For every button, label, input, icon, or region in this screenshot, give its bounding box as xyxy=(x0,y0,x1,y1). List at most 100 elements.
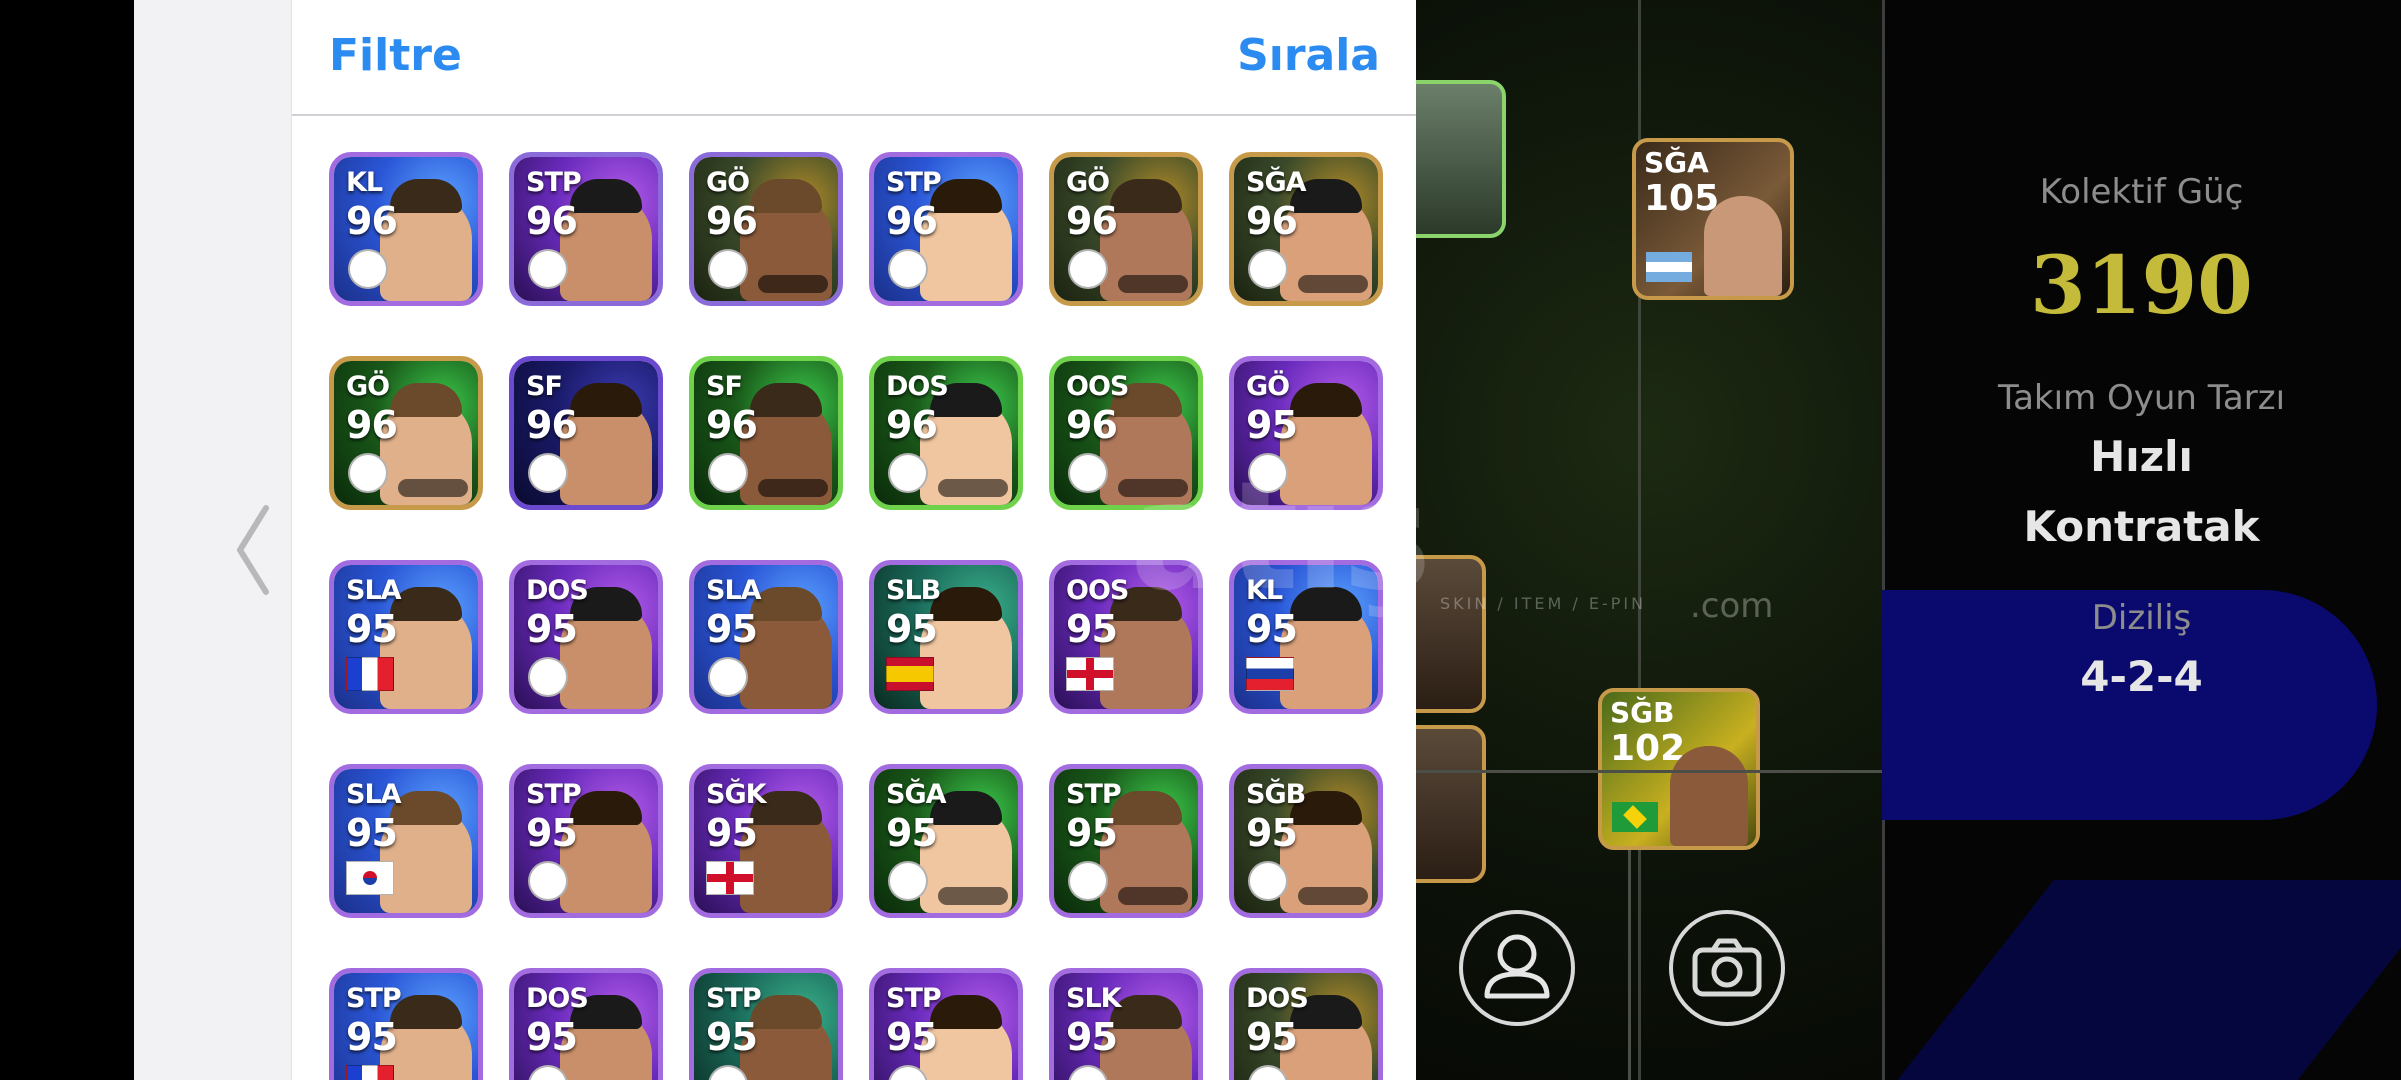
pitch-line xyxy=(1416,770,1882,773)
player-position: STP xyxy=(346,983,402,1014)
player-position: KL xyxy=(346,167,383,198)
player-position: SLA xyxy=(706,575,762,606)
player-rating: 96 xyxy=(706,199,758,243)
club-badge-icon xyxy=(528,249,568,289)
kr-flag-icon xyxy=(346,861,394,895)
player-card[interactable]: STP 96 xyxy=(509,152,663,306)
player-card[interactable]: GÖ 96 xyxy=(1049,152,1203,306)
player-rating: 95 xyxy=(1066,1015,1118,1059)
player-hair xyxy=(390,383,462,417)
skill-indicator-icon xyxy=(1298,275,1368,293)
player-card[interactable]: GÖ 96 xyxy=(689,152,843,306)
player-rating: 96 xyxy=(526,403,578,447)
player-rating: 95 xyxy=(886,811,938,855)
fr-flag-icon xyxy=(346,1065,394,1080)
player-position: SĞA xyxy=(1246,167,1307,198)
player-rating: 102 xyxy=(1610,728,1686,769)
skill-indicator-icon xyxy=(758,275,828,293)
player-position: GÖ xyxy=(1066,167,1110,198)
en-flag-icon xyxy=(706,861,754,895)
player-card[interactable]: SLA 95 xyxy=(329,560,483,714)
si-flag-icon xyxy=(1246,657,1294,691)
player-rating: 95 xyxy=(1066,811,1118,855)
player-profile-button[interactable] xyxy=(1459,910,1575,1026)
club-badge-icon xyxy=(1068,861,1108,901)
watermark-subtitle: SKIN / ITEM / E-PIN xyxy=(1440,594,1647,613)
player-card[interactable]: DOS 96 xyxy=(869,356,1023,510)
player-card[interactable]: SLB 95 xyxy=(869,560,1023,714)
player-rating: 95 xyxy=(706,1015,758,1059)
es-flag-icon xyxy=(886,657,934,691)
player-rating: 95 xyxy=(526,1015,578,1059)
en-flag-icon xyxy=(1066,657,1114,691)
player-position: SĞK xyxy=(706,779,767,810)
player-card[interactable]: DOS 95 xyxy=(509,560,663,714)
club-badge-icon xyxy=(708,249,748,289)
player-position: OOS xyxy=(1066,575,1129,606)
player-position: SLB xyxy=(886,575,941,606)
chevron-left-icon[interactable] xyxy=(232,500,272,600)
player-card[interactable]: SĞA 95 xyxy=(869,764,1023,918)
player-card[interactable]: SF 96 xyxy=(509,356,663,510)
pitch-player-card[interactable] xyxy=(1416,80,1506,238)
skill-indicator-icon xyxy=(938,887,1008,905)
player-card[interactable]: STP 95 xyxy=(1049,764,1203,918)
player-hair xyxy=(1110,179,1182,213)
player-card[interactable]: SĞB 95 xyxy=(1229,764,1383,918)
pitch-player-card[interactable]: SĞB 102 xyxy=(1598,688,1760,850)
player-rating: 105 xyxy=(1644,178,1720,219)
player-rating: 96 xyxy=(706,403,758,447)
watermark-domain: .com xyxy=(1690,586,1774,626)
player-card[interactable]: SLK 95 xyxy=(1049,968,1203,1080)
player-position: STP xyxy=(526,779,582,810)
club-badge-icon xyxy=(528,657,568,697)
player-position: STP xyxy=(1066,779,1122,810)
club-badge-icon xyxy=(348,249,388,289)
player-card[interactable]: SĞA 96 xyxy=(1229,152,1383,306)
player-card[interactable]: STP 95 xyxy=(869,968,1023,1080)
watermark: atış xyxy=(1130,450,1432,624)
player-position: DOS xyxy=(886,371,949,402)
player-rating: 95 xyxy=(526,811,578,855)
player-position: DOS xyxy=(526,575,589,606)
player-card[interactable]: KL 96 xyxy=(329,152,483,306)
player-card[interactable]: STP 95 xyxy=(689,968,843,1080)
player-position: SLA xyxy=(346,575,402,606)
player-rating: 95 xyxy=(706,811,758,855)
person-icon xyxy=(1484,934,1550,999)
player-rating: 95 xyxy=(706,607,758,651)
player-rating: 95 xyxy=(1246,1015,1298,1059)
player-card[interactable]: SĞK 95 xyxy=(689,764,843,918)
club-badge-icon xyxy=(528,453,568,493)
sort-button[interactable]: Sırala xyxy=(1237,30,1380,81)
player-card[interactable]: SLA 95 xyxy=(329,764,483,918)
filter-button[interactable]: Filtre xyxy=(329,30,462,81)
player-card[interactable]: STP 96 xyxy=(869,152,1023,306)
pitch-player-card[interactable] xyxy=(1416,725,1486,883)
player-portrait xyxy=(1704,196,1782,296)
player-hair xyxy=(750,383,822,417)
player-card[interactable]: STP 95 xyxy=(329,968,483,1080)
camera-button[interactable] xyxy=(1669,910,1785,1026)
player-position: SLA xyxy=(346,779,402,810)
player-card[interactable]: DOS 95 xyxy=(509,968,663,1080)
player-card[interactable]: STP 95 xyxy=(509,764,663,918)
player-position: SĞA xyxy=(886,779,947,810)
skill-indicator-icon xyxy=(1118,887,1188,905)
brazil-flag-icon xyxy=(1612,802,1658,832)
club-badge-icon xyxy=(1248,249,1288,289)
player-hair xyxy=(750,179,822,213)
pitch-player-card[interactable]: SĞA 105 xyxy=(1632,138,1794,300)
club-badge-icon xyxy=(888,453,928,493)
player-position: SF xyxy=(526,371,563,402)
player-card[interactable]: DOS 95 xyxy=(1229,968,1383,1080)
skill-indicator-icon xyxy=(1118,275,1188,293)
player-rating: 95 xyxy=(346,1015,398,1059)
player-rating: 95 xyxy=(346,811,398,855)
club-badge-icon xyxy=(888,861,928,901)
player-card[interactable]: SF 96 xyxy=(689,356,843,510)
player-rating: 96 xyxy=(1066,199,1118,243)
player-card[interactable]: GÖ 96 xyxy=(329,356,483,510)
player-card[interactable]: SLA 95 xyxy=(689,560,843,714)
player-rating: 95 xyxy=(526,607,578,651)
